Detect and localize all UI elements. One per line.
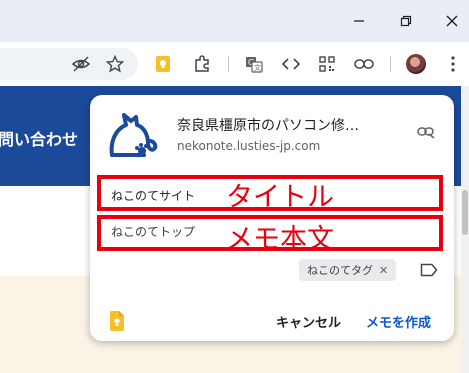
note-body-value[interactable]: ねこのてトップ	[111, 223, 195, 240]
keep-logo-icon	[110, 311, 124, 331]
annotation-title: タイトル	[226, 182, 334, 213]
restore-icon	[400, 15, 412, 27]
create-note-button[interactable]: メモを作成	[366, 312, 431, 331]
cat-logo-icon	[109, 113, 158, 157]
site-title: 奈良県橿原市のパソコン修…	[177, 118, 359, 134]
toolbar-divider	[228, 56, 229, 72]
unlink-icon[interactable]	[417, 125, 435, 139]
tag-chip-label: ねこのてタグ	[307, 264, 373, 277]
address-bar[interactable]	[0, 48, 138, 80]
tag-chip[interactable]: ねこのてタグ ✕	[299, 259, 397, 281]
profile-avatar[interactable]	[406, 54, 426, 74]
restore-button[interactable]	[393, 8, 419, 34]
site-url: nekonote.lusties-jp.com	[177, 139, 321, 153]
title-bar	[0, 0, 469, 42]
label-icon[interactable]	[420, 263, 438, 277]
svg-text:文: 文	[254, 63, 261, 72]
nav-contact-link[interactable]: 問い合わせ	[0, 126, 78, 150]
browser-toolbar: G文	[0, 42, 469, 86]
keep-extension-icon[interactable]	[152, 53, 174, 75]
annotation-body: メモ本文	[226, 224, 334, 255]
minimize-button[interactable]	[346, 8, 372, 34]
close-icon	[446, 15, 458, 27]
tag-remove-icon[interactable]: ✕	[379, 264, 388, 277]
extensions-puzzle-icon[interactable]	[191, 53, 213, 75]
translate-icon[interactable]: G文	[243, 53, 265, 75]
cancel-button[interactable]: キャンセル	[276, 312, 341, 331]
note-title-value[interactable]: ねこのてサイト	[111, 187, 195, 204]
code-icon[interactable]	[280, 53, 302, 75]
scrollbar-thumb[interactable]	[462, 190, 468, 235]
more-menu-icon[interactable]	[442, 53, 464, 75]
link-icon[interactable]	[353, 53, 375, 75]
star-icon[interactable]	[104, 53, 126, 75]
eye-off-icon[interactable]	[70, 53, 92, 75]
note-body-field[interactable]: ねこのてトップ メモ本文	[97, 215, 443, 255]
note-title-field[interactable]: ねこのてサイト タイトル	[97, 175, 443, 213]
minimize-icon	[354, 20, 364, 22]
toolbar-divider	[390, 56, 391, 72]
keep-note-popup: 奈良県橿原市のパソコン修… nekonote.lusties-jp.com ねこ…	[90, 95, 454, 341]
close-window-button[interactable]	[439, 8, 465, 34]
qr-code-icon[interactable]	[316, 53, 338, 75]
